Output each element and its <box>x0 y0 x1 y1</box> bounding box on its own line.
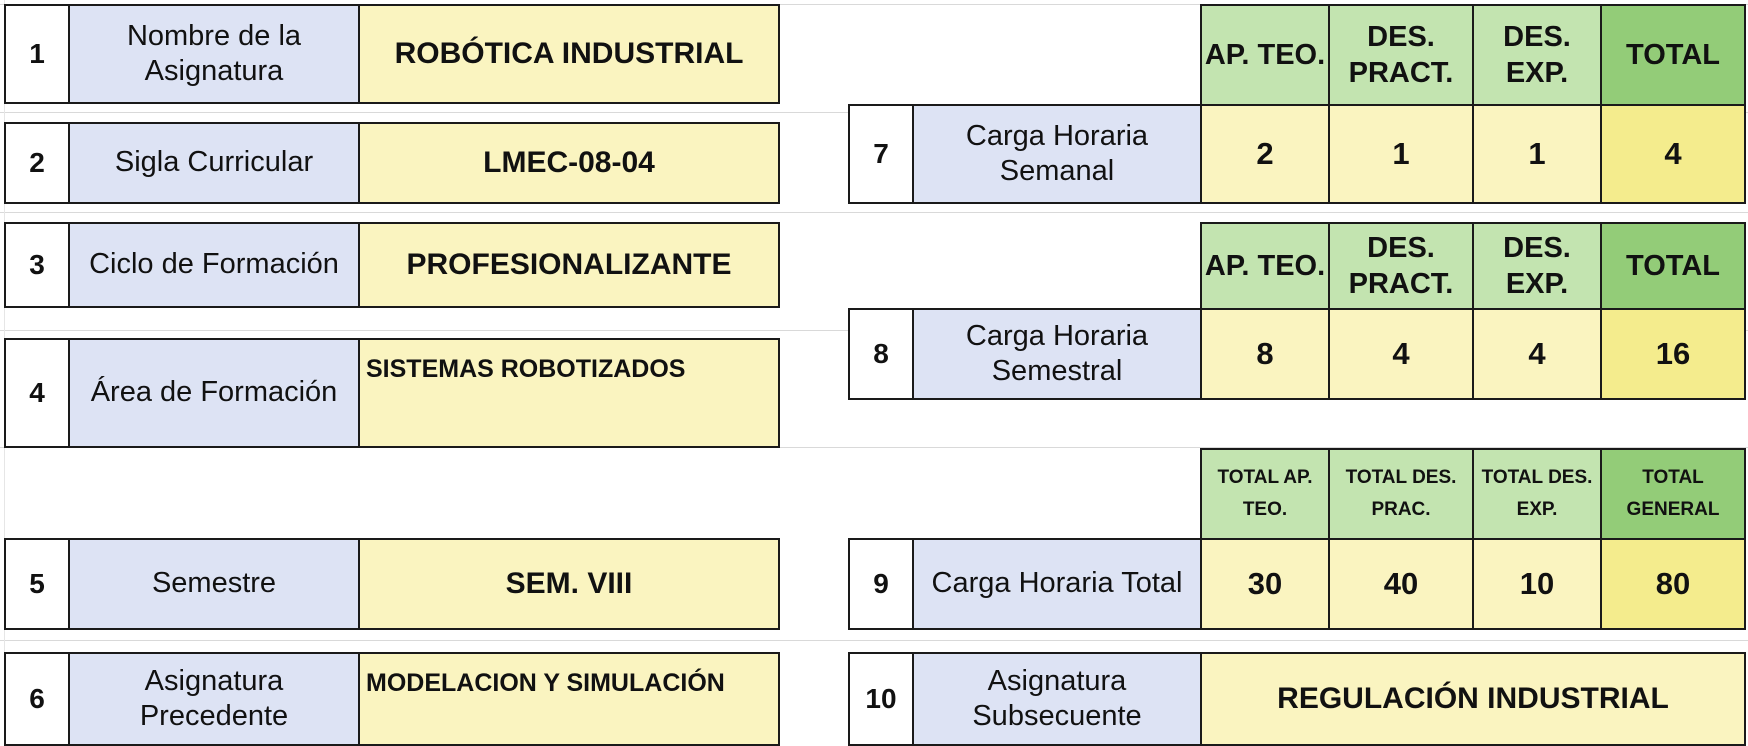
header-total-general: TOTAL GENERAL <box>1600 448 1746 540</box>
field-value-curricular-code[interactable]: LMEC-08-04 <box>358 122 780 204</box>
row-number-5: 5 <box>4 538 70 630</box>
field-label-semester-hours: Carga Horaria Semestral <box>912 308 1202 400</box>
field-label-training-cycle: Ciclo de Formación <box>68 222 360 308</box>
field-label-weekly-hours: Carga Horaria Semanal <box>912 104 1202 204</box>
header-semester-ap-teo: AP. TEO. <box>1200 222 1330 310</box>
header-weekly-des-exp: DES. EXP. <box>1472 4 1602 106</box>
field-value-preceding-subject[interactable]: MODELACION Y SIMULACIÓN <box>358 652 780 746</box>
row-number-1: 1 <box>4 4 70 104</box>
header-semester-des-pract: DES. PRACT. <box>1328 222 1474 310</box>
field-value-subsequent-subject[interactable]: REGULACIÓN INDUSTRIAL <box>1200 652 1746 746</box>
weekly-des-pract-value[interactable]: 1 <box>1328 104 1474 204</box>
field-label-curricular-code: Sigla Curricular <box>68 122 360 204</box>
gridline <box>0 640 1748 641</box>
spreadsheet: 1 Nombre de la Asignatura ROBÓTICA INDUS… <box>0 0 1748 746</box>
row-number-9: 9 <box>848 538 914 630</box>
header-semester-total: TOTAL <box>1600 222 1746 310</box>
field-value-subject-name[interactable]: ROBÓTICA INDUSTRIAL <box>358 4 780 104</box>
row-number-7: 7 <box>848 104 914 204</box>
field-label-preceding-subject: Asignatura Precedente <box>68 652 360 746</box>
field-value-training-cycle[interactable]: PROFESIONALIZANTE <box>358 222 780 308</box>
field-label-subject-name: Nombre de la Asignatura <box>68 4 360 104</box>
row-number-4: 4 <box>4 338 70 448</box>
row-number-10: 10 <box>848 652 914 746</box>
total-des-exp-value[interactable]: 10 <box>1472 538 1602 630</box>
field-value-semester[interactable]: SEM. VIII <box>358 538 780 630</box>
semester-des-pract-value[interactable]: 4 <box>1328 308 1474 400</box>
semester-ap-teo-value[interactable]: 8 <box>1200 308 1330 400</box>
total-des-prac-value[interactable]: 40 <box>1328 538 1474 630</box>
total-general-value[interactable]: 80 <box>1600 538 1746 630</box>
semester-total-value[interactable]: 16 <box>1600 308 1746 400</box>
header-weekly-des-pract: DES. PRACT. <box>1328 4 1474 106</box>
row-number-8: 8 <box>848 308 914 400</box>
row-number-3: 3 <box>4 222 70 308</box>
total-ap-teo-value[interactable]: 30 <box>1200 538 1330 630</box>
weekly-ap-teo-value[interactable]: 2 <box>1200 104 1330 204</box>
weekly-des-exp-value[interactable]: 1 <box>1472 104 1602 204</box>
row-number-2: 2 <box>4 122 70 204</box>
header-total-des-prac: TOTAL DES. PRAC. <box>1328 448 1474 540</box>
field-label-total-hours: Carga Horaria Total <box>912 538 1202 630</box>
header-total-ap-teo: TOTAL AP. TEO. <box>1200 448 1330 540</box>
field-label-training-area: Área de Formación <box>68 338 360 448</box>
header-semester-des-exp: DES. EXP. <box>1472 222 1602 310</box>
header-weekly-total: TOTAL <box>1600 4 1746 106</box>
gridline <box>0 212 1748 213</box>
header-weekly-ap-teo: AP. TEO. <box>1200 4 1330 106</box>
semester-des-exp-value[interactable]: 4 <box>1472 308 1602 400</box>
field-value-training-area[interactable]: SISTEMAS ROBOTIZADOS <box>358 338 780 448</box>
field-label-subsequent-subject: Asignatura Subsecuente <box>912 652 1202 746</box>
field-label-semester: Semestre <box>68 538 360 630</box>
weekly-total-value[interactable]: 4 <box>1600 104 1746 204</box>
row-number-6: 6 <box>4 652 70 746</box>
header-total-des-exp: TOTAL DES. EXP. <box>1472 448 1602 540</box>
